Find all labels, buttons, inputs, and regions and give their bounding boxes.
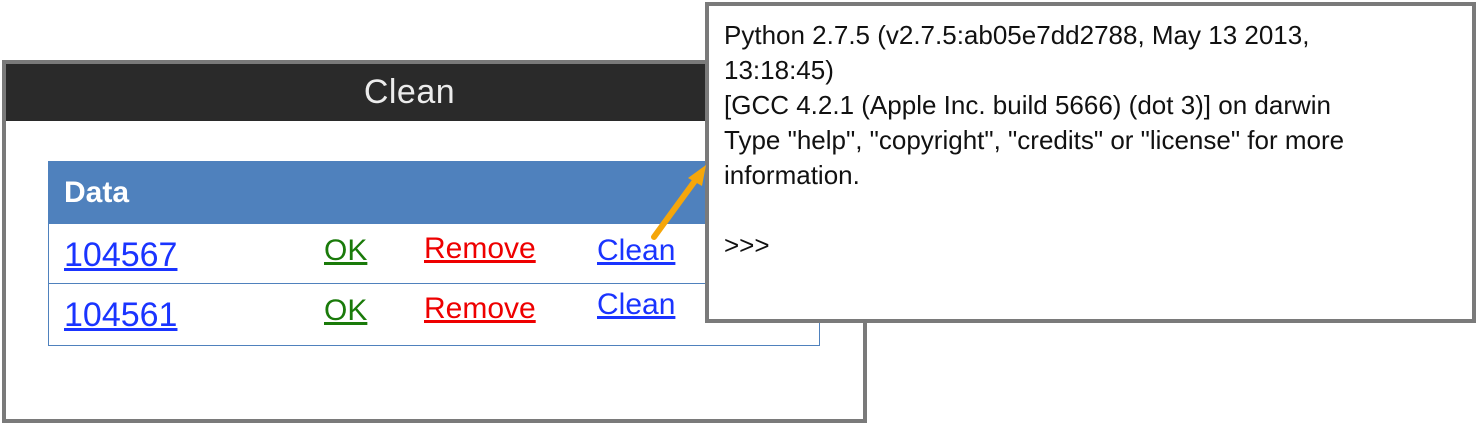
table-header-label: Data bbox=[64, 175, 130, 209]
record-id-link[interactable]: 104567 bbox=[64, 236, 177, 275]
console-line: [GCC 4.2.1 (Apple Inc. build 5666) (dot … bbox=[724, 90, 1331, 120]
remove-link[interactable]: Remove bbox=[424, 232, 536, 266]
table-row: 104561 OK Remove Clean bbox=[49, 284, 819, 345]
console-output[interactable]: Python 2.7.5 (v2.7.5:ab05e7dd2788, May 1… bbox=[724, 18, 1464, 263]
console-line: Type "help", "copyright", "credits" or "… bbox=[724, 125, 1345, 155]
clean-link[interactable]: Clean bbox=[597, 288, 675, 322]
table-row: 104567 OK Remove Clean bbox=[49, 224, 819, 284]
window-title: Clean bbox=[363, 73, 456, 111]
console-line: 13:18:45) bbox=[724, 55, 834, 85]
remove-link[interactable]: Remove bbox=[424, 292, 536, 326]
record-id-link[interactable]: 104561 bbox=[64, 296, 177, 335]
clean-link[interactable]: Clean bbox=[597, 234, 675, 268]
console-prompt[interactable]: >>> bbox=[724, 228, 1464, 263]
console-line: information. bbox=[724, 160, 860, 190]
ok-link[interactable]: OK bbox=[324, 234, 367, 268]
python-console-window[interactable]: Python 2.7.5 (v2.7.5:ab05e7dd2788, May 1… bbox=[705, 2, 1476, 323]
ok-link[interactable]: OK bbox=[324, 294, 367, 328]
console-line: Python 2.7.5 (v2.7.5:ab05e7dd2788, May 1… bbox=[724, 20, 1310, 50]
table-header: Data bbox=[49, 162, 819, 224]
